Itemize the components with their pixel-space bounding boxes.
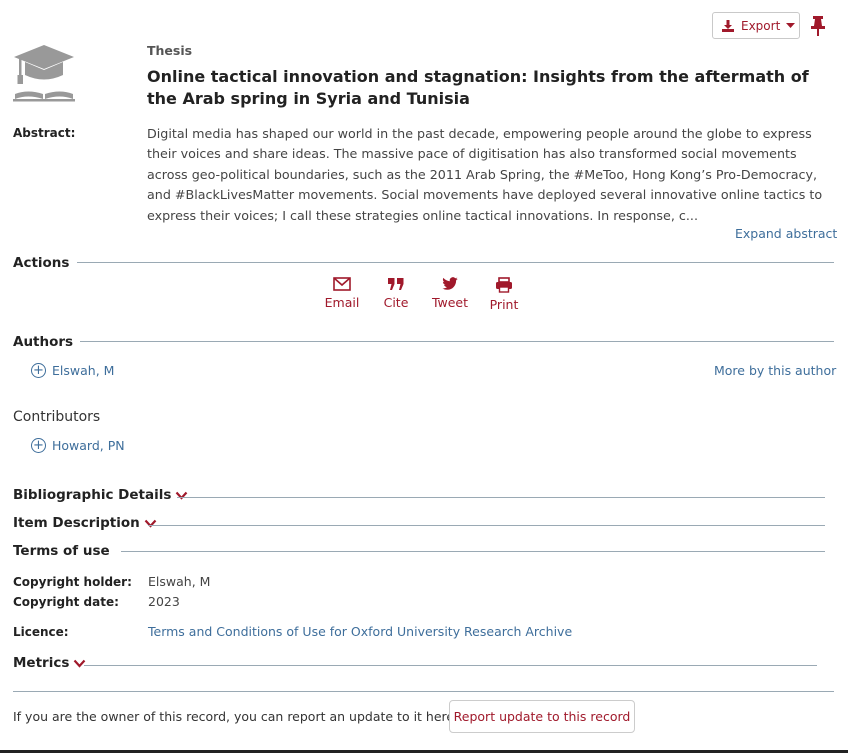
abstract-label: Abstract: bbox=[13, 126, 76, 140]
bibliographic-divider bbox=[177, 497, 825, 498]
more-by-author-link[interactable]: More by this author bbox=[714, 363, 836, 378]
graduation-cap-icon bbox=[13, 45, 75, 102]
terms-heading: Terms of use bbox=[13, 543, 110, 559]
chevron-down-icon bbox=[144, 519, 157, 528]
expand-plus-icon: + bbox=[31, 363, 46, 378]
export-button[interactable]: Export bbox=[712, 12, 800, 39]
page-title: Online tactical innovation and stagnatio… bbox=[147, 67, 809, 108]
email-action[interactable]: Email bbox=[322, 277, 362, 310]
actions-divider bbox=[77, 262, 834, 263]
item-description-divider bbox=[148, 525, 825, 526]
contributor-name: Howard, PN bbox=[52, 438, 125, 453]
bibliographic-details-toggle[interactable]: Bibliographic Details bbox=[13, 487, 188, 503]
authors-heading: Authors bbox=[13, 334, 74, 350]
contributor-link[interactable]: + Howard, PN bbox=[31, 438, 125, 453]
tweet-action[interactable]: Tweet bbox=[430, 277, 470, 310]
print-action[interactable]: Print bbox=[484, 277, 524, 312]
cite-label: Cite bbox=[383, 295, 409, 310]
expand-plus-icon: + bbox=[31, 438, 46, 453]
report-prompt: If you are the owner of this record, you… bbox=[13, 709, 459, 724]
print-label: Print bbox=[489, 297, 519, 312]
copyright-date-value: 2023 bbox=[148, 594, 180, 609]
tweet-label: Tweet bbox=[431, 295, 469, 310]
authors-divider bbox=[80, 341, 834, 342]
printer-icon bbox=[496, 277, 512, 293]
item-description-toggle[interactable]: Item Description bbox=[13, 515, 157, 531]
caret-down-icon bbox=[786, 22, 796, 28]
expand-abstract-link[interactable]: Expand abstract bbox=[735, 226, 837, 241]
chevron-down-icon bbox=[74, 659, 86, 668]
cite-action[interactable]: Cite bbox=[376, 277, 416, 310]
copyright-holder-label: Copyright holder: bbox=[13, 575, 132, 589]
twitter-icon bbox=[442, 277, 458, 290]
metrics-divider bbox=[84, 665, 817, 666]
licence-link[interactable]: Terms and Conditions of Use for Oxford U… bbox=[148, 624, 572, 639]
actions-heading: Actions bbox=[13, 255, 70, 271]
envelope-icon bbox=[333, 277, 351, 291]
download-icon bbox=[722, 19, 734, 32]
metrics-toggle[interactable]: Metrics bbox=[13, 655, 86, 671]
report-update-button[interactable]: Report update to this record bbox=[449, 700, 635, 733]
quote-icon bbox=[388, 278, 404, 290]
chevron-down-icon bbox=[176, 491, 188, 500]
terms-divider bbox=[121, 551, 825, 552]
record-type: Thesis bbox=[147, 43, 193, 58]
metrics-heading: Metrics bbox=[13, 655, 70, 671]
export-label: Export bbox=[741, 18, 781, 33]
author-link[interactable]: + Elswah, M bbox=[31, 363, 114, 378]
footer-divider bbox=[13, 691, 834, 692]
item-description-heading: Item Description bbox=[13, 515, 140, 531]
copyright-holder-value: Elswah, M bbox=[148, 574, 211, 589]
pin-icon[interactable] bbox=[810, 15, 826, 37]
contributors-heading: Contributors bbox=[13, 409, 101, 425]
email-label: Email bbox=[324, 295, 360, 310]
author-name: Elswah, M bbox=[52, 363, 115, 378]
bibliographic-details-heading: Bibliographic Details bbox=[13, 487, 172, 503]
copyright-date-label: Copyright date: bbox=[13, 595, 119, 609]
licence-label: Licence: bbox=[13, 625, 69, 639]
abstract-text: Digital media has shaped our world in th… bbox=[147, 126, 823, 223]
